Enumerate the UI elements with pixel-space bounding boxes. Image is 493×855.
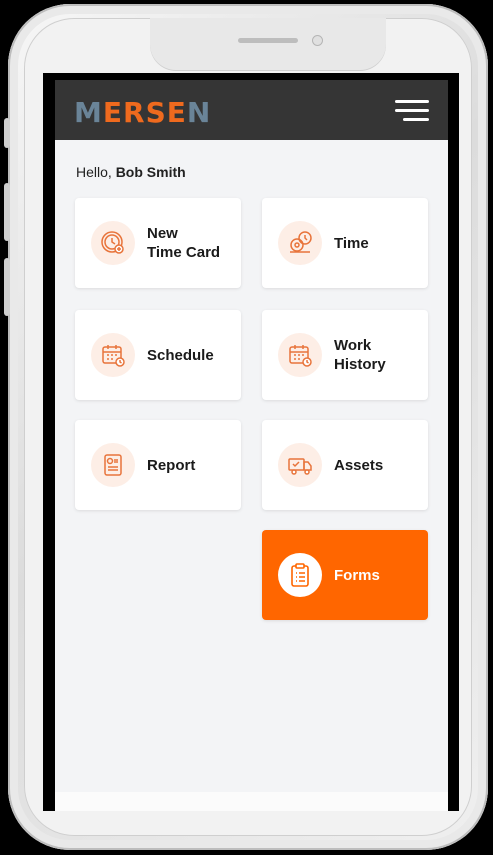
tile-label: Time [334, 234, 369, 252]
tile-label: Schedule [147, 346, 214, 364]
tile-report[interactable]: Report [75, 420, 241, 510]
tile-time[interactable]: Time [262, 198, 428, 288]
speaker-grille [238, 38, 298, 43]
clock-add-icon [91, 221, 135, 265]
tile-label: Report [147, 456, 196, 474]
user-name: Bob Smith [115, 164, 186, 180]
phone-notch [150, 18, 386, 70]
greeting-prefix: Hello, [76, 164, 116, 180]
front-camera [312, 35, 323, 46]
phone-screen: MERSEN Hello, Bob Smith New Time Card Ti… [43, 73, 459, 811]
app-view: MERSEN Hello, Bob Smith New Time Card Ti… [55, 80, 448, 811]
tile-label: Assets [334, 456, 384, 474]
volume-up-button [4, 183, 10, 241]
tile-new-time-card[interactable]: New Time Card [75, 198, 241, 288]
delivery-truck-icon [278, 443, 322, 487]
calendar-clock-icon [91, 333, 135, 377]
calendar-history-icon [278, 333, 322, 377]
tile-schedule[interactable]: Schedule [75, 310, 241, 400]
header-bar: MERSEN [55, 80, 448, 140]
mute-switch [4, 118, 10, 148]
greeting-text: Hello, Bob Smith [76, 164, 186, 180]
tile-assets[interactable]: Assets [262, 420, 428, 510]
mersen-logo: MERSEN [74, 96, 212, 129]
hamburger-menu-icon[interactable] [395, 100, 429, 122]
tile-label: New Time Card [147, 225, 221, 261]
time-settings-icon [278, 221, 322, 265]
tile-forms[interactable]: Forms [262, 530, 428, 620]
tile-label: Forms [334, 566, 380, 584]
report-document-icon [91, 443, 135, 487]
clipboard-list-icon [278, 553, 322, 597]
volume-down-button [4, 258, 10, 316]
bottom-bar [55, 792, 448, 811]
tile-label: Work History [334, 337, 386, 373]
tile-work-history[interactable]: Work History [262, 310, 428, 400]
